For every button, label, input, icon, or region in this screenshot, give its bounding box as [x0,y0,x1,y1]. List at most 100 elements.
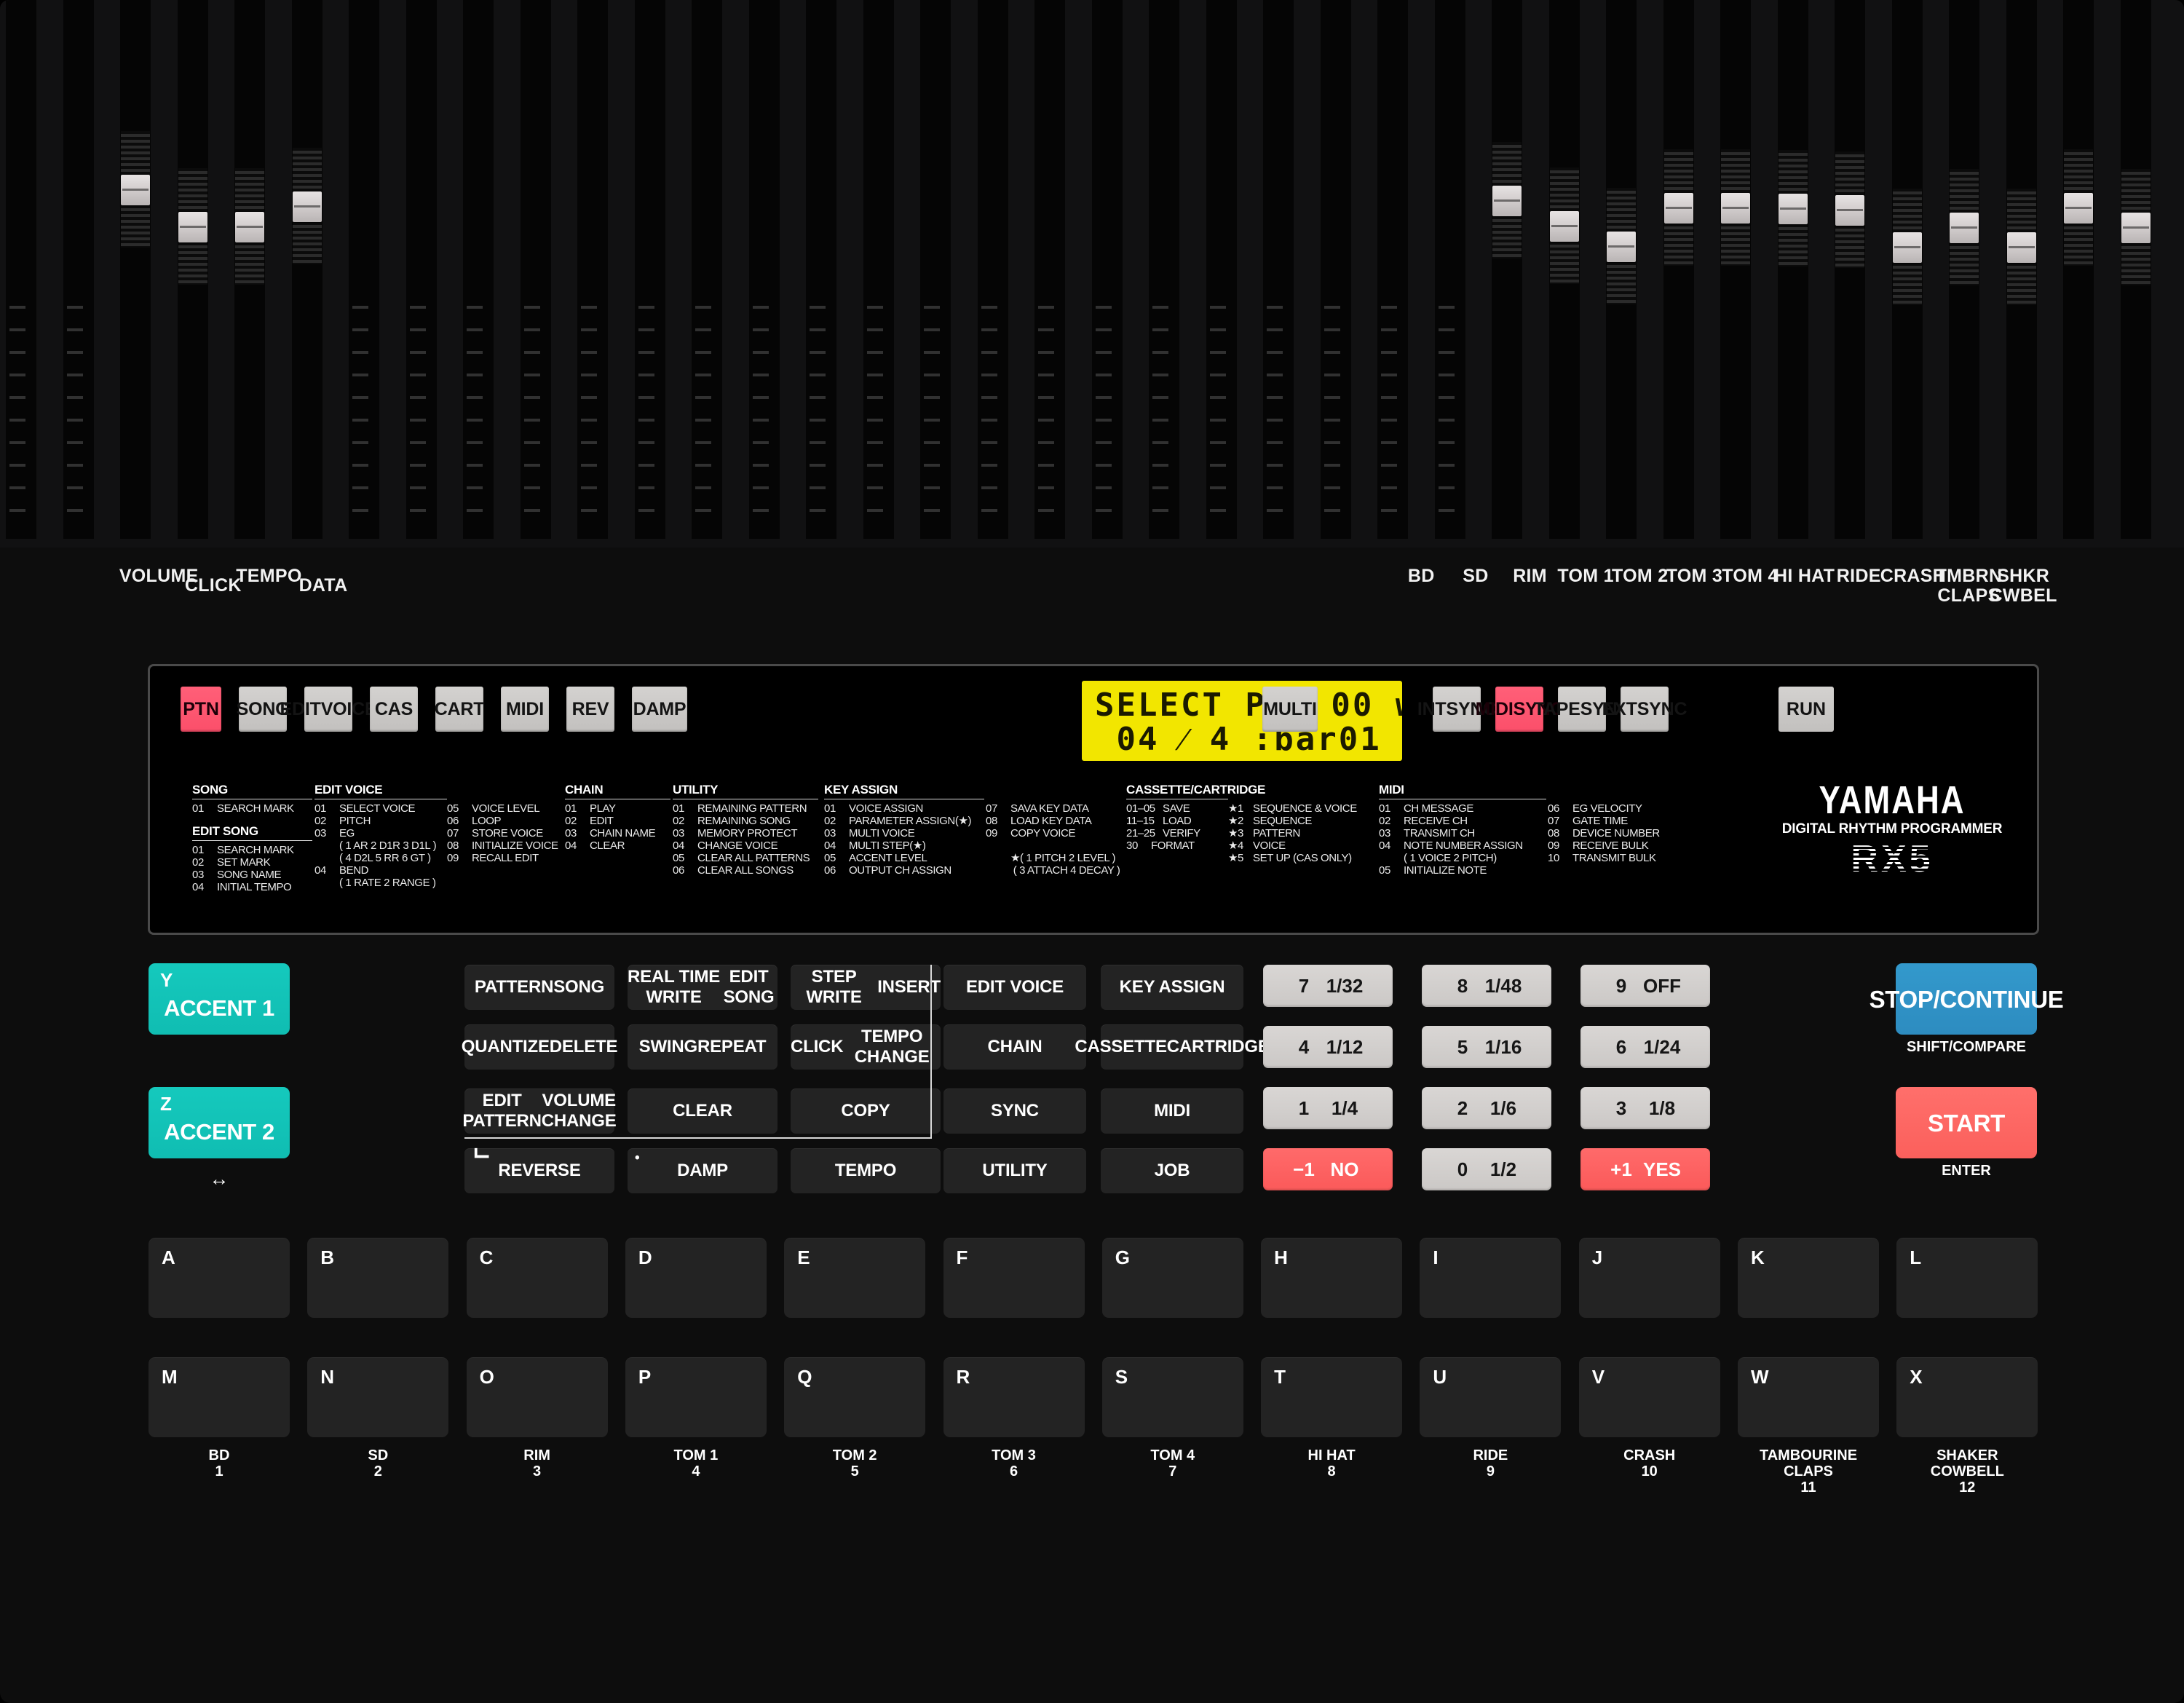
fader-knob[interactable] [1892,232,1922,263]
fader-24[interactable] [1377,0,1408,539]
fader-knob[interactable] [1778,194,1808,224]
sync-button-multi[interactable]: MULTI [1262,687,1318,732]
numpad-button-2-16[interactable]: 2 1/6 [1422,1087,1551,1129]
mode-col-button-job[interactable]: JOB [1101,1148,1243,1193]
mode-button-cart[interactable]: CART [435,687,485,732]
fader-2[interactable] [120,0,151,539]
numpad-button-9-OFF[interactable]: 9 OFF [1580,965,1710,1007]
fader-7[interactable] [405,0,437,539]
fader-25[interactable] [1434,0,1465,539]
function-button-clear[interactable]: CLEAR [628,1088,778,1134]
fader-knob[interactable] [2006,232,2036,263]
fader-19[interactable] [1091,0,1123,539]
pad-U[interactable]: U [1420,1357,1562,1437]
function-button-pattern-song[interactable]: PATTERN SONG [464,965,614,1010]
fader-11[interactable] [634,0,665,539]
fader-13[interactable] [748,0,780,539]
mode-col-button-sync[interactable]: SYNC [943,1088,1086,1134]
numpad-button-4-112[interactable]: 4 1/12 [1263,1026,1393,1068]
function-button-quantize-delete[interactable]: QUANTIZE DELETE [462,1024,617,1070]
pad-G[interactable]: G [1101,1238,1243,1318]
mode-button-midi[interactable]: MIDI [501,687,549,732]
mode-col-button-edit-voice[interactable]: EDIT VOICE [943,965,1086,1010]
mode-button-ptn[interactable]: PTN [181,687,221,732]
fader-knob[interactable] [1607,232,1636,262]
fader-knob[interactable] [1663,193,1693,224]
fader-12[interactable] [692,0,722,539]
fader-knob[interactable] [1721,193,1750,224]
fader-22[interactable] [1263,0,1294,539]
fader-18[interactable] [1034,0,1065,539]
function-button-copy[interactable]: COPY [791,1088,941,1134]
fader-10[interactable] [577,0,608,539]
pad-H[interactable]: H [1261,1238,1403,1318]
fader-36[interactable] [2063,0,2094,539]
fader-6[interactable] [349,0,379,539]
fader-15[interactable] [863,0,894,539]
accent-button-2[interactable]: Z ACCENT 2 [149,1087,290,1158]
stop-continue-button[interactable]: STOP/CONTINUE [1870,963,2064,1035]
pad-F[interactable]: F [943,1238,1085,1318]
mode-col-button-key-assign[interactable]: KEY ASSIGN [1101,965,1243,1010]
numpad-button-7-132[interactable]: 7 1/32 [1263,965,1393,1007]
fader-4[interactable] [234,0,265,539]
fader-21[interactable] [1206,0,1237,539]
numpad-button-1-NO[interactable]: −1 NO [1263,1148,1393,1190]
pad-D[interactable]: D [625,1238,767,1318]
mode-col-button-utility[interactable]: UTILITY [943,1148,1086,1193]
numpad-button-8-148[interactable]: 8 1/48 [1422,965,1551,1007]
fader-3[interactable] [177,0,208,539]
fader-27[interactable] [1548,0,1580,539]
fader-knob[interactable] [178,212,207,242]
fader-9[interactable] [520,0,551,539]
sync-button-int-sync[interactable]: INT SYNC [1417,687,1496,732]
fader-35[interactable] [2006,0,2037,539]
fader-knob[interactable] [1835,195,1864,226]
pad-E[interactable]: E [784,1238,926,1318]
pad-X[interactable]: X [1896,1357,2038,1437]
fader-knob[interactable] [2064,193,2093,224]
fader-knob[interactable] [292,191,322,222]
pad-K[interactable]: K [1738,1238,1879,1318]
numpad-button-6-124[interactable]: 6 1/24 [1580,1026,1710,1068]
mode-col-button-midi[interactable]: MIDI [1101,1088,1243,1134]
fader-37[interactable] [2120,0,2151,539]
fader-14[interactable] [806,0,836,539]
numpad-button-3-18[interactable]: 3 1/8 [1580,1087,1710,1129]
fader-knob[interactable] [1950,213,1979,243]
fader-23[interactable] [1320,0,1351,539]
fader-26[interactable] [1492,0,1522,539]
fader-30[interactable] [1720,0,1751,539]
pad-O[interactable]: O [466,1357,608,1437]
fader-28[interactable] [1606,0,1637,539]
mode-button-cas[interactable]: CAS [370,687,418,732]
sync-button-tape-sync[interactable]: TAPE SYNC [1534,687,1631,732]
accent-button-1[interactable]: Y ACCENT 1 [149,963,290,1035]
function-button-swing-repeat[interactable]: SWING REPEAT [628,1024,778,1070]
pad-R[interactable]: R [943,1357,1085,1437]
function-button-tempo[interactable]: TEMPO [791,1148,941,1193]
fader-knob[interactable] [121,175,150,205]
fader-33[interactable] [1891,0,1923,539]
pad-Q[interactable]: Q [784,1357,926,1437]
pad-V[interactable]: V [1578,1357,1720,1437]
numpad-button-1-YES[interactable]: +1 YES [1580,1148,1710,1190]
mode-col-button-cassette-cartridge[interactable]: CASSETTE CARTRIDGE [1075,1024,1270,1070]
function-button-step-write-insert[interactable]: STEP WRITE INSERT [791,965,941,1010]
fader-5[interactable] [291,0,323,539]
fader-31[interactable] [1777,0,1808,539]
fader-knob[interactable] [1492,186,1522,216]
pad-I[interactable]: I [1420,1238,1562,1318]
pad-M[interactable]: M [149,1357,290,1437]
numpad-button-0-12[interactable]: 0 1/2 [1422,1148,1551,1190]
numpad-button-1-14[interactable]: 1 1/4 [1263,1087,1393,1129]
pad-P[interactable]: P [625,1357,767,1437]
mode-button-rev[interactable]: REV [566,687,614,732]
pad-W[interactable]: W [1738,1357,1879,1437]
pad-T[interactable]: T [1261,1357,1403,1437]
fader-knob[interactable] [2121,213,2151,243]
mode-col-button-chain[interactable]: CHAIN [943,1024,1086,1070]
start-button[interactable]: START [1896,1087,2037,1158]
fader-29[interactable] [1663,0,1694,539]
pad-A[interactable]: A [149,1238,290,1318]
